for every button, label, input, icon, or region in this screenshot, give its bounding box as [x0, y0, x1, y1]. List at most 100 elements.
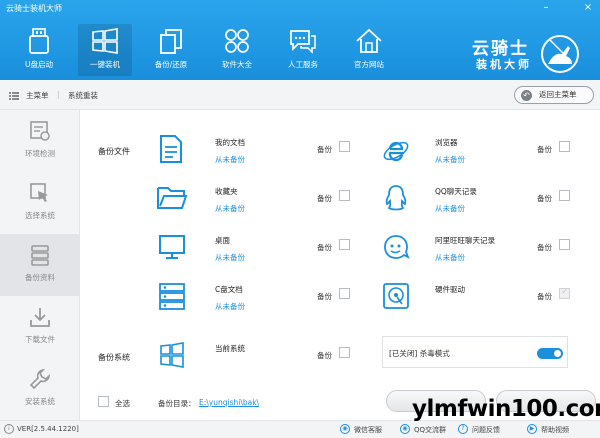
monitor-icon: [159, 235, 185, 259]
backup-label: 备份: [317, 292, 332, 301]
checkbox-browser[interactable]: [559, 141, 570, 152]
nav-label: 一键装机: [90, 60, 120, 69]
ie-browser-icon: [383, 141, 409, 162]
download-icon: [30, 308, 50, 327]
house-icon: [356, 28, 382, 53]
item-status: 从未备份: [435, 204, 465, 213]
antivirus-mode-toggle[interactable]: [537, 348, 563, 359]
qq-penguin-icon: [385, 185, 407, 211]
chat-bubble-icon: [290, 30, 316, 54]
windows-logo-icon: [160, 342, 184, 368]
nav-label: U盘启动: [25, 60, 53, 69]
back-to-main-button[interactable]: ↶ 返回主菜单: [514, 86, 594, 104]
select-all-label: 全选: [115, 399, 130, 408]
usb-drive-icon: [29, 28, 49, 54]
sidebar-item-install[interactable]: 安装系统: [0, 358, 80, 420]
backup-dir-label: 备份目录：: [158, 399, 196, 408]
checkbox-current-system[interactable]: [339, 347, 350, 358]
breadcrumb: 主菜单 | 系统重装 ↶ 返回主菜单: [0, 80, 600, 110]
wrench-icon: [29, 368, 51, 390]
qq-icon: ◉: [400, 424, 410, 434]
breadcrumb-root[interactable]: 主菜单: [26, 90, 49, 101]
backup-dir-link[interactable]: E:\yunqishi\bak\: [199, 398, 259, 407]
item-title: 硬件驱动: [435, 285, 465, 294]
windows-logo-icon: [92, 28, 118, 54]
app-title: 云骑士装机大师: [6, 4, 62, 13]
item-title: 当前系统: [215, 344, 245, 353]
brand-subtitle: 装机大师: [476, 58, 532, 71]
item-title: 阿里旺旺聊天记录: [435, 236, 495, 245]
watermark-text: ylmfwin100.com: [412, 396, 600, 422]
nav-label: 软件大全: [222, 60, 252, 69]
sidebar-item-env-check[interactable]: 环境检测: [0, 110, 80, 172]
video-icon: ▶: [527, 424, 537, 434]
section-backup-files: 备份文件: [98, 147, 130, 156]
backup-panel: 备份文件 我的文档 从未备份 备份 收藏夹 从未备份 备份 桌面 从未备份 备份…: [80, 110, 600, 420]
back-button-label: 返回主菜单: [539, 90, 577, 99]
backup-label: 备份: [317, 351, 332, 360]
item-status: 从未备份: [215, 155, 245, 164]
checkbox-my-documents[interactable]: [339, 141, 350, 152]
nav-backup[interactable]: 备份/还原: [144, 24, 198, 76]
nav-u-disk[interactable]: U盘启动: [12, 24, 66, 76]
info-icon: i: [4, 424, 14, 434]
nav-label: 备份/还原: [154, 60, 188, 69]
hard-drive-icon: [383, 283, 409, 309]
backup-label: 备份: [317, 145, 332, 154]
nav-one-click[interactable]: 一键装机: [78, 24, 132, 76]
item-title: 收藏夹: [215, 187, 238, 196]
sidebar-label: 环境检测: [25, 149, 55, 158]
nav-website[interactable]: 官方网站: [342, 24, 396, 76]
item-title: 浏览器: [435, 138, 458, 147]
server-disk-icon: [159, 283, 185, 310]
sidebar: 环境检测 选择系统 备份资料 下载文件 安装系统: [0, 110, 80, 420]
sidebar-label: 备份资料: [25, 273, 55, 282]
sidebar-item-select-system[interactable]: 选择系统: [0, 172, 80, 234]
section-backup-system: 备份系统: [98, 353, 130, 362]
item-title: C盘文档: [215, 285, 243, 294]
select-all-checkbox[interactable]: [98, 396, 109, 407]
footer-link-feedback[interactable]: 问题反馈: [472, 425, 500, 435]
header-bar: 云骑士装机大师 – × U盘启动 一键装机 备份/还原 软件大全 人工服务 官方…: [0, 0, 600, 80]
footer-link-wechat[interactable]: 微信客服: [354, 425, 382, 435]
toggle-knob: [554, 350, 561, 357]
env-check-icon: [30, 121, 50, 141]
copy-pages-icon: [160, 29, 182, 54]
nav-label: 人工服务: [288, 60, 318, 69]
backup-label: 备份: [537, 194, 552, 203]
aliwangwang-icon: [384, 235, 410, 259]
antivirus-mode-panel: [已关闭] 杀毒模式: [382, 336, 568, 368]
nav-service[interactable]: 人工服务: [276, 24, 330, 76]
backup-label: 备份: [537, 243, 552, 252]
nav-label: 官方网站: [354, 60, 384, 69]
checkbox-c-drive-docs[interactable]: [339, 288, 350, 299]
sidebar-item-backup-data[interactable]: 备份资料: [0, 234, 80, 296]
brand-logo: 云骑士 装机大师: [462, 30, 594, 74]
status-bar: i VER[2.5.44.1220] ◉ 微信客服 ◉ QQ交流群 ? 问题反馈…: [0, 420, 600, 438]
item-status: 从未备份: [435, 155, 465, 164]
checkbox-aliwangwang[interactable]: [559, 239, 570, 250]
menu-list-icon: [9, 92, 19, 100]
checkbox-qq-history[interactable]: [559, 190, 570, 201]
footer-link-qq-group[interactable]: QQ交流群: [414, 425, 446, 435]
sidebar-item-download[interactable]: 下载文件: [0, 296, 80, 358]
wechat-icon: ◉: [340, 424, 350, 434]
feedback-icon: ?: [458, 424, 468, 434]
sidebar-label: 选择系统: [25, 211, 55, 220]
checkbox-desktop[interactable]: [339, 239, 350, 250]
checkbox-hardware-drivers: [559, 287, 570, 299]
nav-software[interactable]: 软件大全: [210, 24, 264, 76]
backup-label: 备份: [317, 243, 332, 252]
cursor-select-icon: [30, 183, 48, 202]
apps-grid-icon: [225, 29, 249, 53]
backup-label: 备份: [537, 145, 552, 154]
close-button[interactable]: ×: [580, 1, 596, 15]
breadcrumb-current: 系统重装: [68, 91, 98, 100]
item-status: 从未备份: [435, 253, 465, 262]
footer-link-help-video[interactable]: 帮助视频: [541, 425, 569, 435]
database-icon: [31, 245, 49, 266]
minimize-button[interactable]: –: [538, 1, 554, 15]
item-title: 桌面: [215, 236, 230, 245]
checkbox-favorites[interactable]: [339, 190, 350, 201]
sidebar-label: 安装系统: [25, 397, 55, 406]
